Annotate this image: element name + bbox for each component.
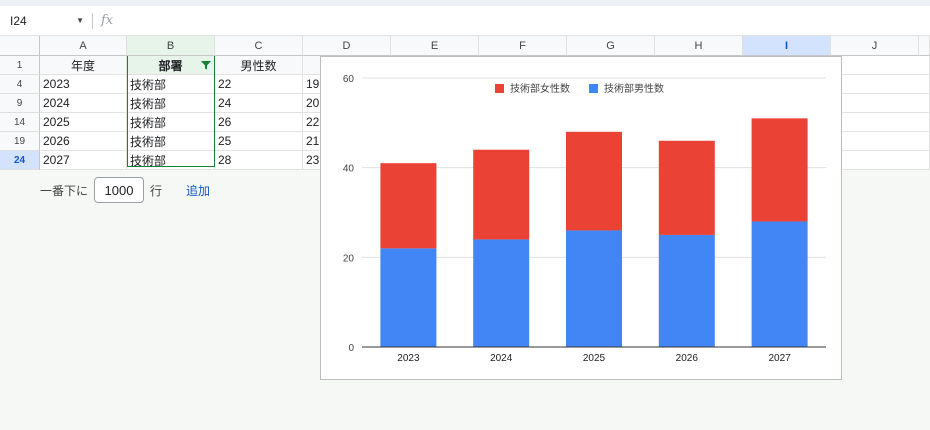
divider (92, 12, 93, 29)
function-icon: fx (101, 13, 114, 28)
cell-female-count[interactable]: 19 (303, 75, 321, 94)
header-cell-d[interactable] (303, 56, 321, 75)
column-header-d[interactable]: D (303, 36, 391, 56)
legend-swatch (495, 84, 504, 93)
add-rows-prefix: 一番下に (40, 183, 89, 198)
bar-female (473, 149, 530, 240)
column-header-c[interactable]: C (215, 36, 303, 56)
x-tick-label: 2026 (676, 353, 699, 364)
cell-male-count[interactable]: 24 (215, 94, 303, 113)
cell-year[interactable]: 2025 (40, 113, 127, 132)
header-cell-year[interactable]: 年度 (40, 56, 127, 75)
row-header-selected[interactable]: 24 (0, 151, 40, 170)
cell-year[interactable]: 2027 (40, 151, 127, 170)
cell-department[interactable]: 技術部 (127, 132, 215, 151)
cell-department[interactable]: 技術部 (127, 113, 215, 132)
cell-reference: I24 (10, 13, 27, 28)
add-rows-button[interactable]: 追加 (186, 182, 210, 199)
cell-j[interactable] (842, 113, 930, 132)
legend-label: 技術部女性数 (510, 82, 570, 95)
cell-j[interactable] (842, 94, 930, 113)
add-rows-suffix: 行 (150, 183, 163, 198)
column-header-b[interactable]: B (127, 36, 215, 56)
column-header-j[interactable]: J (831, 36, 919, 56)
filter-icon[interactable] (201, 60, 211, 70)
cell-year[interactable]: 2023 (40, 75, 127, 94)
column-header-k[interactable] (919, 36, 930, 56)
cell-male-count[interactable]: 28 (215, 151, 303, 170)
column-header-a[interactable]: A (40, 36, 127, 56)
bar-male (566, 230, 622, 347)
row-header[interactable]: 19 (0, 132, 40, 151)
cell-male-count[interactable]: 26 (215, 113, 303, 132)
row-header[interactable]: 4 (0, 75, 40, 94)
x-tick-label: 2027 (768, 353, 791, 364)
name-box[interactable]: I24 ▼ (4, 10, 90, 32)
cell-j[interactable] (842, 132, 930, 151)
bar-female (380, 163, 437, 249)
cell-female-count[interactable]: 21 (303, 132, 321, 151)
cell-department[interactable]: 技術部 (127, 151, 215, 170)
column-header-i[interactable]: I (743, 36, 831, 56)
header-cell-department-label: 部署 (158, 58, 183, 73)
cell-female-count[interactable]: 23 (303, 151, 321, 170)
select-all-corner[interactable] (0, 36, 40, 56)
cell-female-count[interactable]: 20 (303, 94, 321, 113)
cell-department[interactable]: 技術部 (127, 75, 215, 94)
header-cell-j[interactable] (842, 56, 930, 75)
bar-male (751, 221, 808, 347)
add-rows-bar: 一番下に 1000 行 追加 (40, 177, 210, 203)
column-header-f[interactable]: F (479, 36, 567, 56)
y-tick-label: 0 (348, 343, 354, 354)
column-header-e[interactable]: E (391, 36, 479, 56)
x-tick-label: 2023 (397, 353, 420, 364)
column-header-g[interactable]: G (567, 36, 655, 56)
column-header-h[interactable]: H (655, 36, 743, 56)
row-header[interactable]: 9 (0, 94, 40, 113)
bar-male (658, 234, 715, 347)
cell-female-count[interactable]: 22 (303, 113, 321, 132)
legend-swatch (589, 84, 598, 93)
legend-label: 技術部男性数 (604, 82, 664, 95)
chevron-down-icon[interactable]: ▼ (76, 16, 84, 25)
cell-j[interactable] (842, 151, 930, 170)
header-cell-department[interactable]: 部署 (127, 56, 215, 75)
formula-bar: I24 ▼ fx (0, 6, 930, 36)
cell-j[interactable] (842, 75, 930, 94)
y-tick-label: 60 (343, 74, 355, 85)
cell-male-count[interactable]: 22 (215, 75, 303, 94)
row-header[interactable]: 1 (0, 56, 40, 75)
stacked-bar-chart[interactable]: 0 20 40 60 2023 2024 2025 2026 2027 技術部女性数 技術部男性数 (320, 56, 842, 380)
x-tick-label: 2024 (490, 353, 513, 364)
cell-male-count[interactable]: 25 (215, 132, 303, 151)
row-header[interactable]: 14 (0, 113, 40, 132)
add-rows-count-input[interactable]: 1000 (94, 177, 145, 203)
bar-female (566, 131, 622, 231)
cell-department[interactable]: 技術部 (127, 94, 215, 113)
y-tick-label: 40 (343, 164, 355, 175)
cell-year[interactable]: 2024 (40, 94, 127, 113)
bar-female (751, 118, 808, 222)
x-tick-label: 2025 (583, 353, 606, 364)
header-cell-male-count[interactable]: 男性数 (215, 56, 303, 75)
y-tick-label: 20 (343, 253, 355, 264)
chart-canvas: 0 20 40 60 2023 2024 2025 2026 2027 技術部女性数 技術部男性数 (343, 74, 826, 364)
bar-male (473, 239, 530, 347)
bar-male (380, 248, 437, 347)
cell-year[interactable]: 2026 (40, 132, 127, 151)
bar-female (658, 140, 715, 235)
